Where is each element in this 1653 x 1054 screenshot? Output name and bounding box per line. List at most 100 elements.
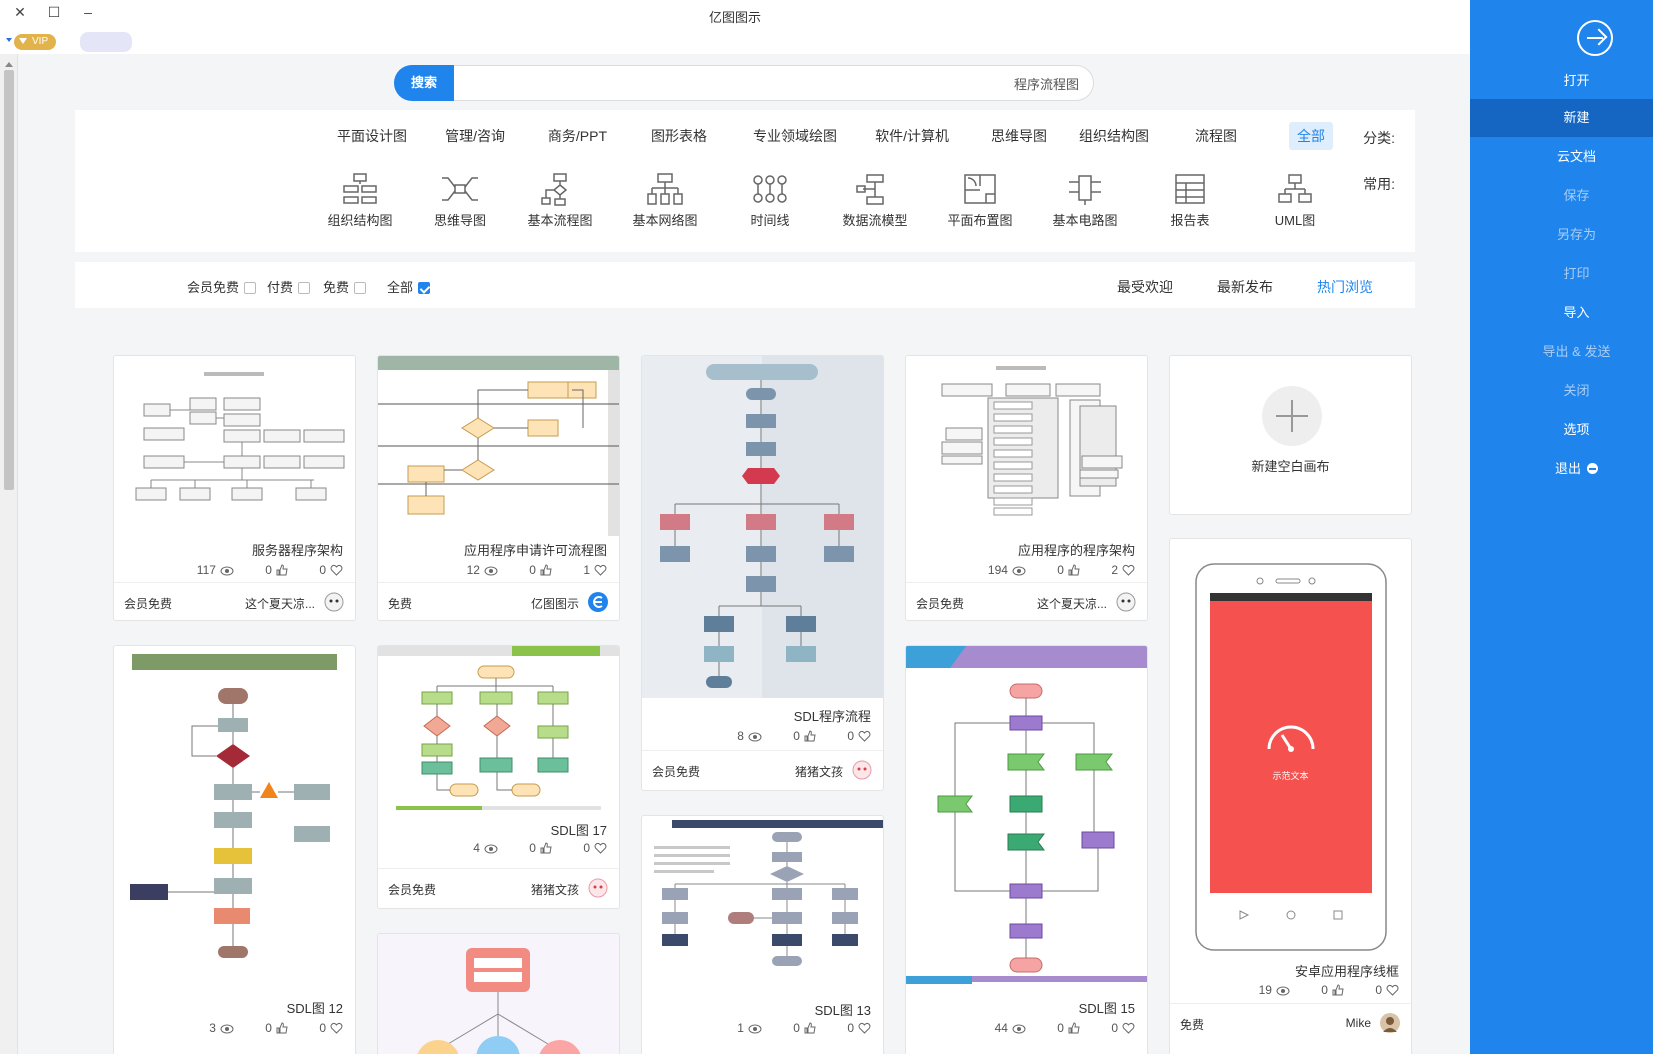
- category-professional[interactable]: 专业领域绘图: [745, 122, 845, 150]
- template-card[interactable]: SDL图 12 3 0 0: [113, 645, 356, 1054]
- likes-count[interactable]: 0: [515, 563, 552, 577]
- template-timeline[interactable]: 时间线: [725, 172, 815, 229]
- dropdown-caret-icon[interactable]: [6, 38, 12, 45]
- report-table-icon: [1175, 174, 1205, 204]
- search-button[interactable]: 搜索: [394, 65, 454, 101]
- template-data-flow[interactable]: 数据流模型: [830, 172, 920, 229]
- open-arrow-icon[interactable]: [1577, 20, 1613, 56]
- author-name[interactable]: 猪猪文孩: [795, 763, 843, 780]
- vip-badge[interactable]: VIP: [14, 34, 57, 50]
- category-mind-map[interactable]: 思维导图: [983, 122, 1055, 150]
- likes-count[interactable]: 0: [515, 841, 552, 855]
- template-card[interactable]: SDL程序流程 8 0 0 会员免费 猪猪文孩: [641, 355, 884, 791]
- category-flowchart[interactable]: 流程图: [1187, 122, 1245, 150]
- template-card[interactable]: 应用程序申请许可流程图 12 0 1 免费 亿图图示: [377, 355, 620, 621]
- favorites-count[interactable]: 0: [305, 563, 343, 577]
- template-card[interactable]: SDL图 13 1 0 0: [641, 815, 884, 1054]
- filter-member-free-checkbox[interactable]: [244, 282, 257, 294]
- menu-exit[interactable]: 退出: [1470, 450, 1653, 488]
- category-business-ppt[interactable]: 商务/PPT: [540, 122, 615, 150]
- new-blank-canvas-label: 新建空白画布: [1251, 459, 1330, 474]
- menu-close[interactable]: 关闭: [1470, 372, 1653, 410]
- edraw-logo-icon[interactable]: [587, 591, 609, 613]
- template-org-chart[interactable]: 组织结构图: [315, 172, 405, 229]
- new-blank-canvas-card[interactable]: 新建空白画布: [1169, 355, 1412, 515]
- category-graphic-design[interactable]: 平面设计图: [329, 122, 415, 150]
- search-input[interactable]: [459, 71, 1079, 95]
- category-management[interactable]: 管理/咨询: [437, 122, 513, 150]
- favorites-count[interactable]: 0: [569, 841, 607, 855]
- author-name[interactable]: 亿图图示: [531, 595, 579, 612]
- author-avatar[interactable]: [323, 591, 345, 613]
- template-card[interactable]: 服务器程序架构 117 0 0 会员免费 这个夏天凉...: [113, 355, 356, 621]
- template-card[interactable]: 示范文本 安卓应用程序线框 19 0 0 免费 Mike: [1169, 538, 1412, 1054]
- username-blurred[interactable]: [80, 32, 132, 52]
- sort-hot[interactable]: 热门浏览: [1317, 277, 1373, 297]
- diagram-thumbnail: [378, 646, 619, 810]
- likes-count[interactable]: 0: [1307, 983, 1344, 997]
- likes-count[interactable]: 0: [1043, 563, 1080, 577]
- menu-save[interactable]: 保存: [1470, 177, 1653, 215]
- sort-newest[interactable]: 最新发布: [1217, 277, 1273, 297]
- template-floor-plan[interactable]: 平面布置图: [935, 172, 1025, 229]
- likes-count[interactable]: 0: [779, 1021, 816, 1035]
- menu-new[interactable]: 新建: [1470, 99, 1653, 137]
- author-avatar[interactable]: [1115, 591, 1137, 613]
- favorites-count[interactable]: 2: [1097, 563, 1135, 577]
- filter-free[interactable]: 免费: [323, 277, 367, 296]
- menu-print[interactable]: 打印: [1470, 255, 1653, 293]
- template-card[interactable]: 应用程序的程序架构 194 0 2 会员免费 这个夏天凉...: [905, 355, 1148, 621]
- menu-open[interactable]: 打开: [1470, 62, 1653, 100]
- filter-all-checkbox[interactable]: [418, 282, 431, 294]
- author-avatar[interactable]: [1379, 1012, 1401, 1034]
- template-network[interactable]: 基本网络图: [620, 172, 710, 229]
- author-name[interactable]: 这个夏天凉...: [245, 595, 315, 612]
- filter-member-free[interactable]: 会员免费: [187, 277, 257, 296]
- favorites-count[interactable]: 1: [569, 563, 607, 577]
- card-title: SDL图 13: [814, 1003, 871, 1018]
- author-name[interactable]: 猪猪文孩: [531, 881, 579, 898]
- menu-import[interactable]: 导入: [1470, 294, 1653, 332]
- template-mind-map[interactable]: 思维导图: [415, 172, 505, 229]
- category-all[interactable]: 全部: [1289, 122, 1333, 150]
- scrollbar-thumb[interactable]: [4, 70, 14, 490]
- eye-icon: [748, 1024, 762, 1034]
- favorites-count[interactable]: 0: [1361, 983, 1399, 997]
- author-name[interactable]: Mike: [1346, 1016, 1371, 1030]
- favorites-count[interactable]: 0: [833, 729, 871, 743]
- filter-paid-checkbox[interactable]: [298, 282, 311, 294]
- menu-save-as[interactable]: 另存为: [1470, 216, 1653, 254]
- author-avatar[interactable]: [587, 877, 609, 899]
- author-name[interactable]: 这个夏天凉...: [1037, 595, 1107, 612]
- template-card[interactable]: SDL图 17 4 0 0 会员免费 猪猪文孩: [377, 645, 620, 909]
- likes-count[interactable]: 0: [251, 1021, 288, 1035]
- likes-count[interactable]: 0: [779, 729, 816, 743]
- menu-export-send[interactable]: 导出 & 发送: [1470, 333, 1653, 371]
- filter-all[interactable]: 全部: [387, 277, 431, 296]
- template-card[interactable]: SDL图 15 44 0 0: [905, 645, 1148, 1054]
- likes-count[interactable]: 0: [251, 563, 288, 577]
- menu-exit-label: 退出: [1554, 461, 1581, 476]
- filter-free-checkbox[interactable]: [354, 282, 367, 294]
- card-title: 应用程序的程序架构: [1017, 543, 1135, 558]
- template-card[interactable]: [377, 933, 620, 1054]
- favorites-count[interactable]: 0: [1097, 1021, 1135, 1035]
- menu-options[interactable]: 选项: [1470, 411, 1653, 449]
- category-software[interactable]: 软件/计算机: [867, 122, 957, 150]
- category-org-chart[interactable]: 组织结构图: [1071, 122, 1157, 150]
- vertical-scrollbar[interactable]: [0, 54, 18, 1054]
- filter-paid[interactable]: 付费: [267, 277, 311, 296]
- scroll-up-arrow-icon[interactable]: [5, 58, 13, 67]
- author-avatar[interactable]: [851, 759, 873, 781]
- template-circuit[interactable]: 基本电路图: [1040, 172, 1130, 229]
- template-uml[interactable]: UML图: [1250, 172, 1340, 229]
- favorites-count[interactable]: 0: [833, 1021, 871, 1035]
- menu-cloud-docs[interactable]: 云文档: [1470, 138, 1653, 176]
- category-graphics-tables[interactable]: 图形表格: [643, 122, 715, 150]
- sort-popular[interactable]: 最受欢迎: [1117, 277, 1173, 297]
- template-basic-flowchart[interactable]: 基本流程图: [515, 172, 605, 229]
- price-label: 会员免费: [124, 597, 173, 611]
- template-report[interactable]: 报告表: [1145, 172, 1235, 229]
- likes-count[interactable]: 0: [1043, 1021, 1080, 1035]
- favorites-count[interactable]: 0: [305, 1021, 343, 1035]
